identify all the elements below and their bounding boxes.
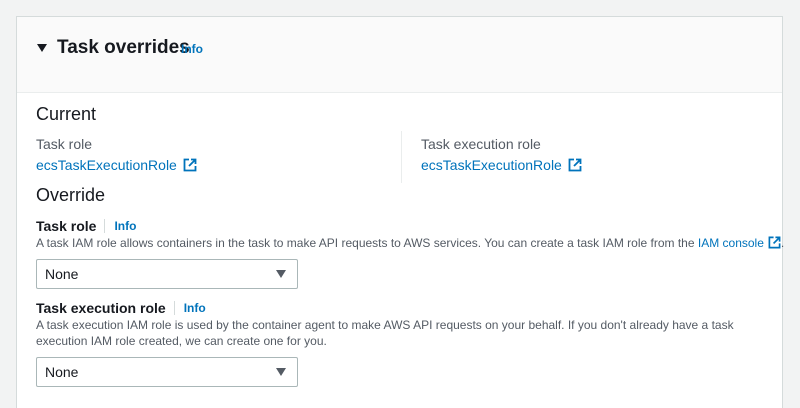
exec-role-info-link[interactable]: Info (184, 299, 206, 317)
exec-role-description: A task execution IAM role is used by the… (36, 318, 734, 348)
panel-title: Task overrides (57, 37, 190, 58)
task-role-field-label: Task role Info (36, 217, 136, 235)
current-heading: Current (36, 104, 97, 124)
task-role-description-suffix: . (780, 236, 785, 250)
exec-role-select[interactable]: None (36, 357, 298, 387)
external-link-icon (183, 158, 197, 172)
current-task-role-link[interactable]: ecsTaskExecutionRole (36, 156, 197, 174)
task-role-select[interactable]: None (36, 259, 298, 289)
current-task-role-value: ecsTaskExecutionRole (36, 157, 177, 173)
exec-role-field-label: Task execution role Info (36, 299, 206, 317)
exec-role-label: Task execution role (36, 300, 166, 316)
task-role-description: A task IAM role allows containers in the… (36, 235, 785, 251)
task-role-info-link[interactable]: Info (114, 217, 136, 235)
label-separator (173, 301, 175, 315)
override-heading: Override (36, 185, 106, 205)
current-exec-role-value: ecsTaskExecutionRole (421, 157, 562, 173)
current-exec-role-link[interactable]: ecsTaskExecutionRole (421, 156, 582, 174)
exec-role-selected-value: None (45, 364, 79, 380)
external-link-icon (568, 158, 582, 172)
dropdown-arrow-icon (276, 368, 286, 376)
panel-header[interactable]: Task overrides Info (17, 17, 782, 93)
current-task-role-label: Task role (36, 136, 93, 152)
current-exec-role-label: Task execution role (421, 136, 541, 152)
column-divider (401, 131, 402, 183)
task-overrides-panel: Task overrides Info Current Task role ec… (16, 16, 785, 408)
dropdown-arrow-icon (276, 270, 286, 278)
caret-down-icon[interactable] (36, 42, 48, 54)
task-role-label: Task role (36, 218, 97, 234)
label-separator (104, 219, 106, 233)
task-role-description-text: A task IAM role allows containers in the… (36, 236, 698, 250)
external-link-icon (768, 236, 781, 249)
iam-console-link[interactable]: IAM console (698, 236, 781, 250)
task-role-selected-value: None (45, 266, 79, 282)
header-info-link[interactable]: Info (181, 41, 203, 57)
